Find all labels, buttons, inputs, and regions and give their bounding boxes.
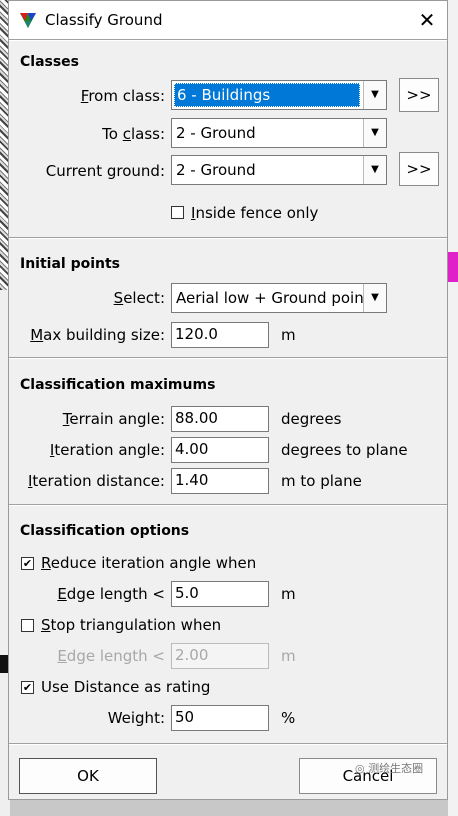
to-class-label: To class:	[102, 125, 165, 143]
ok-button[interactable]: OK	[19, 758, 157, 794]
classification-maximums-header: Classification maximums	[20, 377, 216, 393]
max-building-size-input[interactable]: 120.0	[171, 322, 269, 348]
from-class-label: From class:	[80, 87, 165, 105]
stop-edge-length-unit: m	[281, 647, 296, 665]
iteration-angle-label: Iteration angle:	[49, 441, 165, 459]
max-building-size-unit: m	[281, 326, 296, 344]
iteration-distance-input[interactable]: 1.40	[171, 468, 269, 494]
stop-triangulation-label[interactable]: Stop triangulation when	[41, 616, 221, 634]
background-window-right	[448, 0, 458, 816]
weight-unit: %	[281, 709, 296, 727]
classes-section: Classes From class: 6 - Buildings ▼ >> T…	[9, 39, 447, 238]
terrain-angle-unit: degrees	[281, 410, 342, 428]
current-ground-select[interactable]: 2 - Ground ▼	[171, 155, 387, 185]
chevron-down-icon[interactable]: ▼	[363, 284, 386, 312]
initial-points-header: Initial points	[20, 256, 121, 272]
iteration-angle-unit: degrees to plane	[281, 441, 408, 459]
max-building-size-label: Max building size:	[30, 326, 165, 344]
terrain-angle-input[interactable]: 88.00	[171, 406, 269, 432]
iteration-angle-input[interactable]: 4.00	[171, 437, 269, 463]
use-distance-checkbox[interactable]: ✔	[21, 681, 34, 694]
select-points-select[interactable]: Aerial low + Ground points ▼	[171, 283, 387, 313]
inside-fence-checkbox[interactable]	[171, 206, 184, 219]
iteration-distance-label: Iteration distance:	[27, 472, 165, 490]
watermark: ◎ 测绘生态圈	[355, 762, 424, 775]
weight-input[interactable]: 50	[171, 705, 269, 731]
edge-length-unit: m	[281, 585, 296, 603]
stop-triangulation-checkbox[interactable]	[21, 619, 34, 632]
select-label: Select:	[113, 289, 165, 307]
initial-points-section: Initial points Select: Aerial low + Grou…	[9, 237, 447, 356]
from-class-more-button[interactable]: >>	[399, 78, 439, 112]
stop-edge-length-label: Edge length <	[57, 647, 165, 665]
classify-ground-dialog: Classify Ground ✕ Classes From class: 6 …	[8, 0, 448, 800]
classification-options-header: Classification options	[20, 523, 190, 539]
classes-header: Classes	[20, 54, 80, 70]
background-pink-strip	[448, 252, 458, 282]
classification-options-section: Classification options ✔ Reduce iteratio…	[9, 504, 447, 743]
title-bar[interactable]: Classify Ground ✕	[9, 1, 447, 39]
iteration-distance-unit: m to plane	[281, 472, 362, 490]
edge-length-input[interactable]: 5.0	[171, 581, 269, 607]
chevron-down-icon[interactable]: ▼	[363, 81, 386, 109]
to-class-select[interactable]: 2 - Ground ▼	[171, 118, 387, 148]
chevron-down-icon[interactable]: ▼	[363, 119, 386, 147]
weight-label: Weight:	[107, 709, 165, 727]
from-class-select[interactable]: 6 - Buildings ▼	[171, 80, 387, 110]
classification-maximums-section: Classification maximums Terrain angle: 8…	[9, 357, 447, 504]
stop-edge-length-input: 2.00	[171, 643, 269, 669]
window-title: Classify Ground	[45, 11, 163, 29]
current-ground-label: Current ground:	[45, 162, 165, 180]
edge-length-label: Edge length <	[57, 585, 165, 603]
chevron-down-icon[interactable]: ▼	[363, 156, 386, 184]
current-ground-more-button[interactable]: >>	[399, 152, 439, 186]
reduce-iteration-label[interactable]: Reduce iteration angle when	[41, 554, 256, 572]
inside-fence-label[interactable]: Inside fence only	[191, 204, 318, 222]
use-distance-label[interactable]: Use Distance as rating	[41, 678, 210, 696]
terrain-angle-label: Terrain angle:	[62, 410, 165, 428]
close-button[interactable]: ✕	[407, 1, 447, 39]
app-logo-icon	[20, 13, 36, 28]
reduce-iteration-checkbox[interactable]: ✔	[21, 557, 34, 570]
